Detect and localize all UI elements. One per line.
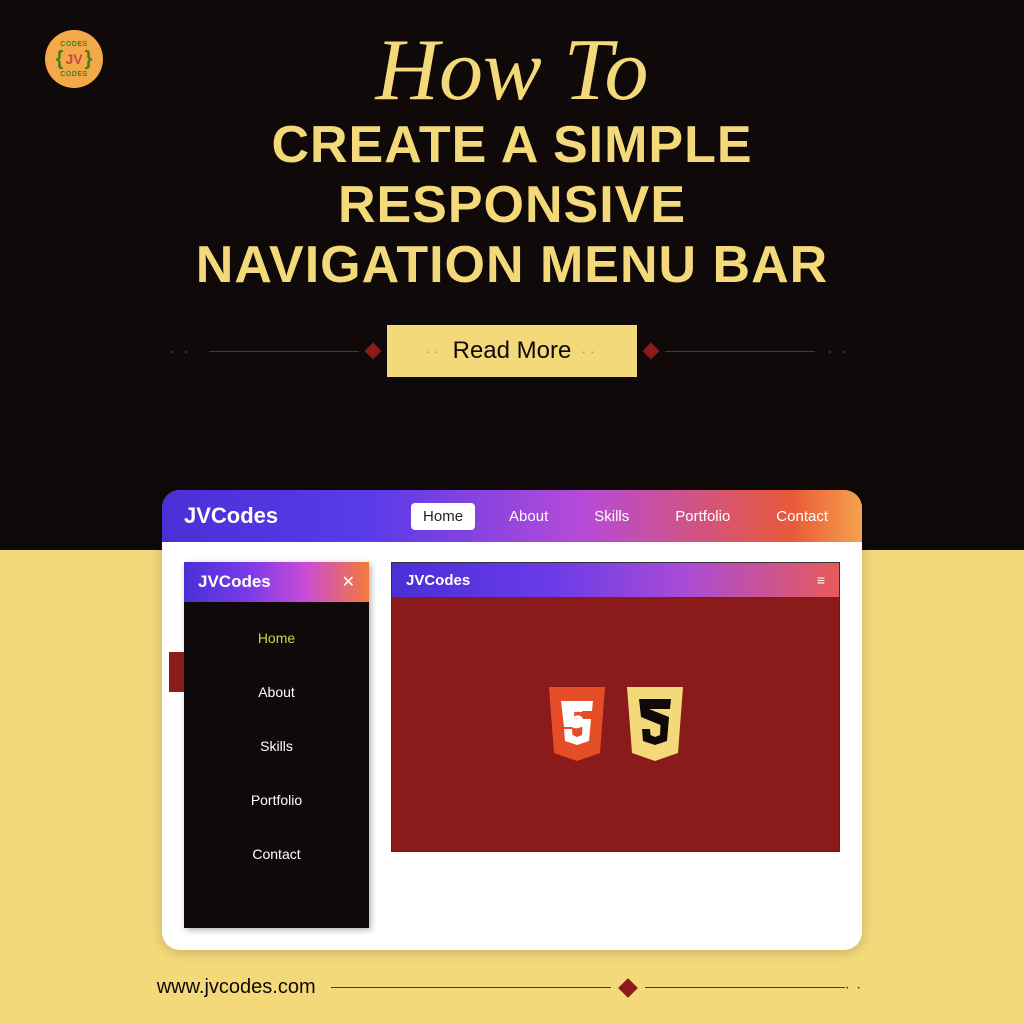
logo-jv-text: { JV } [56, 48, 93, 71]
nav-item-skills[interactable]: Skills [582, 503, 641, 530]
desktop-navbar: JVCodes Home About Skills Portfolio Cont… [162, 490, 862, 542]
brace-left-icon: { [56, 48, 64, 71]
preview-header: JVCodes ≡ [392, 563, 839, 597]
mobile-nav-list: Home About Skills Portfolio Contact [184, 602, 369, 862]
preview-body: 5 3 [392, 597, 839, 851]
mobile-item-contact[interactable]: Contact [252, 846, 300, 862]
read-more-button[interactable]: ·· Read More ·· [387, 325, 636, 377]
demo-card: JVCodes Home About Skills Portfolio Cont… [162, 490, 862, 950]
nav-items: Home About Skills Portfolio Contact [411, 503, 840, 530]
footer-line [645, 987, 845, 988]
nav-brand[interactable]: JVCodes [184, 503, 278, 529]
preview-brand[interactable]: JVCodes [406, 572, 470, 589]
hero-section: CODES { JV } CODES How To CREATE A SIMPL… [0, 0, 1024, 550]
read-more-label: Read More [453, 337, 572, 365]
hamburger-icon[interactable]: ≡ [817, 572, 825, 588]
title-line-2: RESPONSIVE [0, 176, 1024, 236]
script-title: How To [0, 0, 1024, 121]
footer-row: www.jvcodes.com ·· [0, 976, 1024, 999]
mobile-header: JVCodes ✕ [184, 562, 369, 602]
dots-decoration-icon: ·· [827, 341, 855, 362]
dots-decoration-icon: ·· [169, 341, 197, 362]
btn-dots-icon: ·· [425, 343, 442, 359]
card-body: JVCodes ✕ Home About Skills Portfolio Co… [162, 542, 862, 950]
mobile-item-skills[interactable]: Skills [260, 738, 293, 754]
nav-item-home[interactable]: Home [411, 503, 475, 530]
mobile-bg-accent [169, 652, 184, 692]
mobile-item-portfolio[interactable]: Portfolio [251, 792, 302, 808]
css3-icon: 3 [621, 685, 689, 763]
preview-panel: JVCodes ≡ 5 3 [391, 562, 840, 852]
mobile-item-home[interactable]: Home [258, 630, 295, 646]
title-line-1: CREATE A SIMPLE [0, 116, 1024, 176]
title-line-3: NAVIGATION MENU BAR [0, 236, 1024, 296]
line-decoration [665, 351, 815, 352]
nav-item-portfolio[interactable]: Portfolio [663, 503, 742, 530]
logo-bottom-text: CODES [60, 71, 87, 78]
btn-dots-icon: ·· [581, 343, 598, 359]
close-icon[interactable]: ✕ [342, 572, 355, 592]
logo-badge: CODES { JV } CODES [45, 30, 103, 88]
brace-right-icon: } [85, 48, 93, 71]
nav-item-about[interactable]: About [497, 503, 560, 530]
diamond-icon [642, 343, 659, 360]
diamond-icon [618, 978, 638, 998]
nav-item-contact[interactable]: Contact [764, 503, 840, 530]
footer-line [331, 987, 611, 988]
divider-row: ·· ·· Read More ·· ·· [0, 325, 1024, 377]
html5-label: 5 [569, 703, 585, 735]
diamond-icon [365, 343, 382, 360]
html5-icon: 5 [543, 685, 611, 763]
line-decoration [209, 351, 359, 352]
mobile-item-about[interactable]: About [258, 684, 295, 700]
main-title: CREATE A SIMPLE RESPONSIVE NAVIGATION ME… [0, 116, 1024, 295]
logo-top-text: CODES [60, 41, 87, 48]
mobile-brand[interactable]: JVCodes [198, 572, 271, 592]
dots-decoration-icon: ·· [845, 979, 868, 997]
mobile-menu-panel: JVCodes ✕ Home About Skills Portfolio Co… [184, 562, 369, 928]
footer-url[interactable]: www.jvcodes.com [157, 976, 316, 999]
